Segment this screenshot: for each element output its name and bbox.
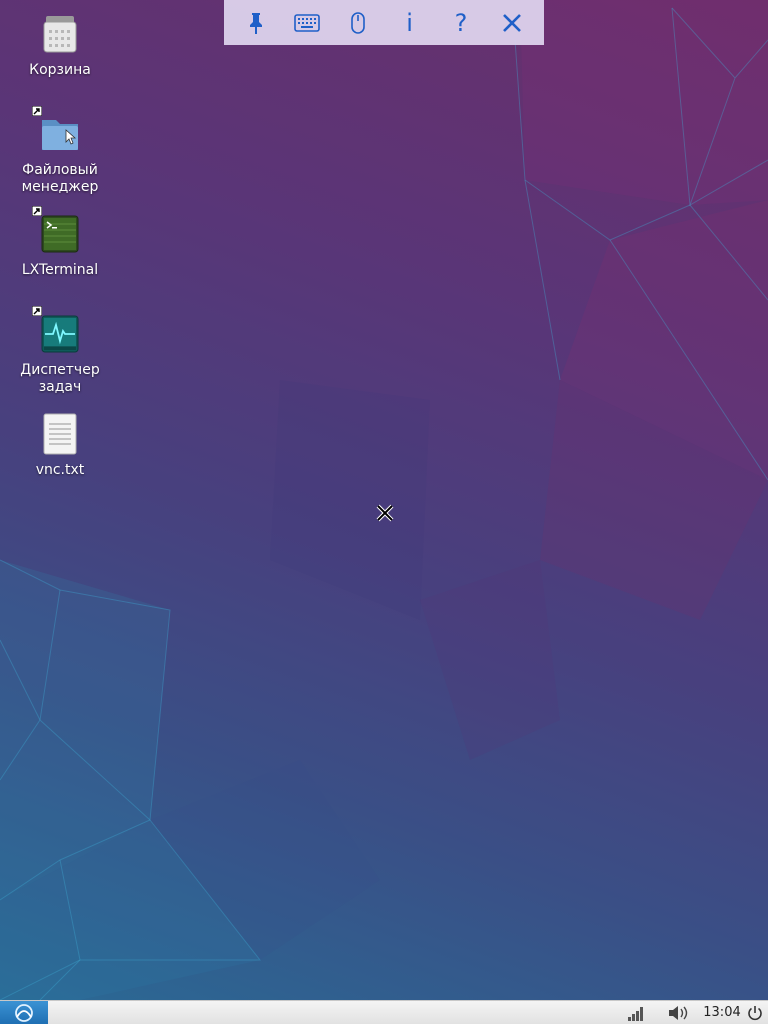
desktop-icon-file-manager[interactable]: Файловый менеджер [10,106,110,196]
desktop-icon-label: vnc.txt [35,462,85,478]
info-icon: i [406,8,413,37]
network-signal-icon [628,1006,643,1021]
volume-button[interactable] [664,1001,692,1024]
mouse-button[interactable] [338,3,378,43]
desktop-icon-label: Корзина [29,62,91,78]
desktop-icon-label: LXTerminal [21,262,99,278]
folder-icon [32,106,84,158]
desktop-icon-lxterminal[interactable]: LXTerminal [10,206,110,279]
terminal-icon [32,206,84,258]
shortcut-badge-icon [32,206,42,216]
keyboard-icon [294,13,320,32]
power-button[interactable] [744,1001,766,1024]
desktop[interactable]: Корзина Файловый менеджер LXTerminal Дис… [0,0,768,1000]
desktop-icon-trash[interactable]: Корзина [10,10,110,79]
pin-button[interactable] [236,3,276,43]
keyboard-button[interactable] [287,3,327,43]
text-file-icon [36,410,84,458]
info-button[interactable]: i [390,3,430,43]
task-manager-icon [32,306,84,358]
volume-icon [669,1005,688,1020]
x-cursor-icon [376,504,394,522]
mouse-icon [351,11,366,34]
power-icon [748,1005,762,1020]
desktop-icon-vnc-txt[interactable]: vnc.txt [10,410,110,479]
shortcut-badge-icon [32,106,42,116]
desktop-icon-label: Диспетчер задач [20,362,100,395]
pin-icon [249,12,262,34]
close-button[interactable] [492,3,532,43]
taskbar: 13:04 [0,1000,768,1024]
help-button[interactable]: ? [441,3,481,43]
desktop-icon-label: Файловый менеджер [21,162,99,195]
start-menu-button[interactable] [0,1001,48,1024]
lxqt-logo-icon [15,1003,33,1022]
vnc-toolbar: i ? [224,0,544,45]
network-button[interactable] [624,1001,648,1024]
shortcut-badge-icon [32,306,42,316]
wallpaper [0,0,768,1000]
desktop-icon-task-manager[interactable]: Диспетчер задач [10,306,110,396]
trash-icon [36,10,84,58]
help-icon: ? [454,8,468,37]
close-icon [503,13,522,32]
clock[interactable]: 13:04 [700,1001,744,1024]
taskbar-task-area[interactable] [50,1003,610,1022]
